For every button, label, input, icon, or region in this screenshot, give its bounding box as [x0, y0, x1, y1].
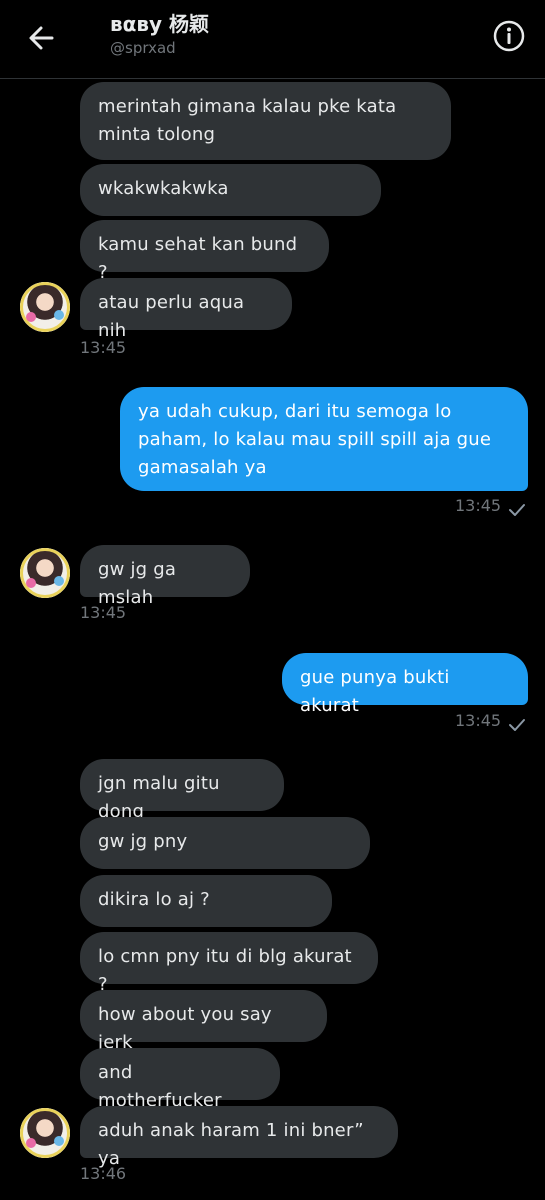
conversation-header: вαву 杨颖 @sprxad: [0, 0, 545, 79]
message-bubble-incoming[interactable]: kamu sehat kan bund ?: [80, 220, 329, 283]
contact-handle: @sprxad: [110, 39, 176, 57]
info-circle-icon: [493, 20, 525, 52]
message-bubble-incoming[interactable]: lo cmn pny itu di blg akurat ?: [80, 932, 378, 995]
message-bubble-outgoing[interactable]: gue punya bukti akurat: [282, 653, 528, 716]
message-bubble-outgoing[interactable]: ya udah cukup, dari itu semoga lo paham,…: [120, 387, 528, 491]
message-bubble-incoming[interactable]: gw jg ga mslah: [80, 545, 250, 608]
contact-avatar[interactable]: [20, 1108, 70, 1158]
contact-name: вαву 杨颖: [110, 12, 210, 36]
message-bubble-incoming[interactable]: gw jg pny: [80, 817, 370, 869]
contact-avatar[interactable]: [20, 548, 70, 598]
message-bubble-incoming[interactable]: jgn malu gitu dong: [80, 759, 284, 822]
message-timestamp: 13:45: [455, 496, 502, 515]
back-button[interactable]: [22, 18, 62, 58]
conversation-title[interactable]: вαву 杨颖 @sprxad: [110, 10, 209, 58]
contact-avatar[interactable]: [20, 282, 70, 332]
message-timestamp: 13:46: [80, 1164, 127, 1183]
sent-check-icon: [509, 504, 525, 516]
sent-check-icon: [509, 719, 525, 731]
arrow-left-icon: [29, 26, 54, 50]
message-timestamp: 13:45: [80, 338, 127, 357]
message-bubble-incoming[interactable]: merintah gimana kalau pke kata minta tol…: [80, 82, 451, 160]
message-bubble-incoming[interactable]: atau perlu aqua nih: [80, 278, 292, 341]
message-bubble-incoming[interactable]: how about you say jerk: [80, 990, 327, 1053]
message-bubble-incoming[interactable]: dikira lo aj ?: [80, 875, 332, 927]
info-button[interactable]: [491, 18, 527, 54]
message-bubble-incoming[interactable]: aduh anak haram 1 ini bner” ya: [80, 1106, 398, 1169]
message-bubble-incoming[interactable]: and motherfucker: [80, 1048, 280, 1111]
message-timestamp: 13:45: [455, 711, 502, 730]
message-timestamp: 13:45: [80, 603, 127, 622]
message-bubble-incoming[interactable]: wkakwkakwka: [80, 164, 381, 216]
